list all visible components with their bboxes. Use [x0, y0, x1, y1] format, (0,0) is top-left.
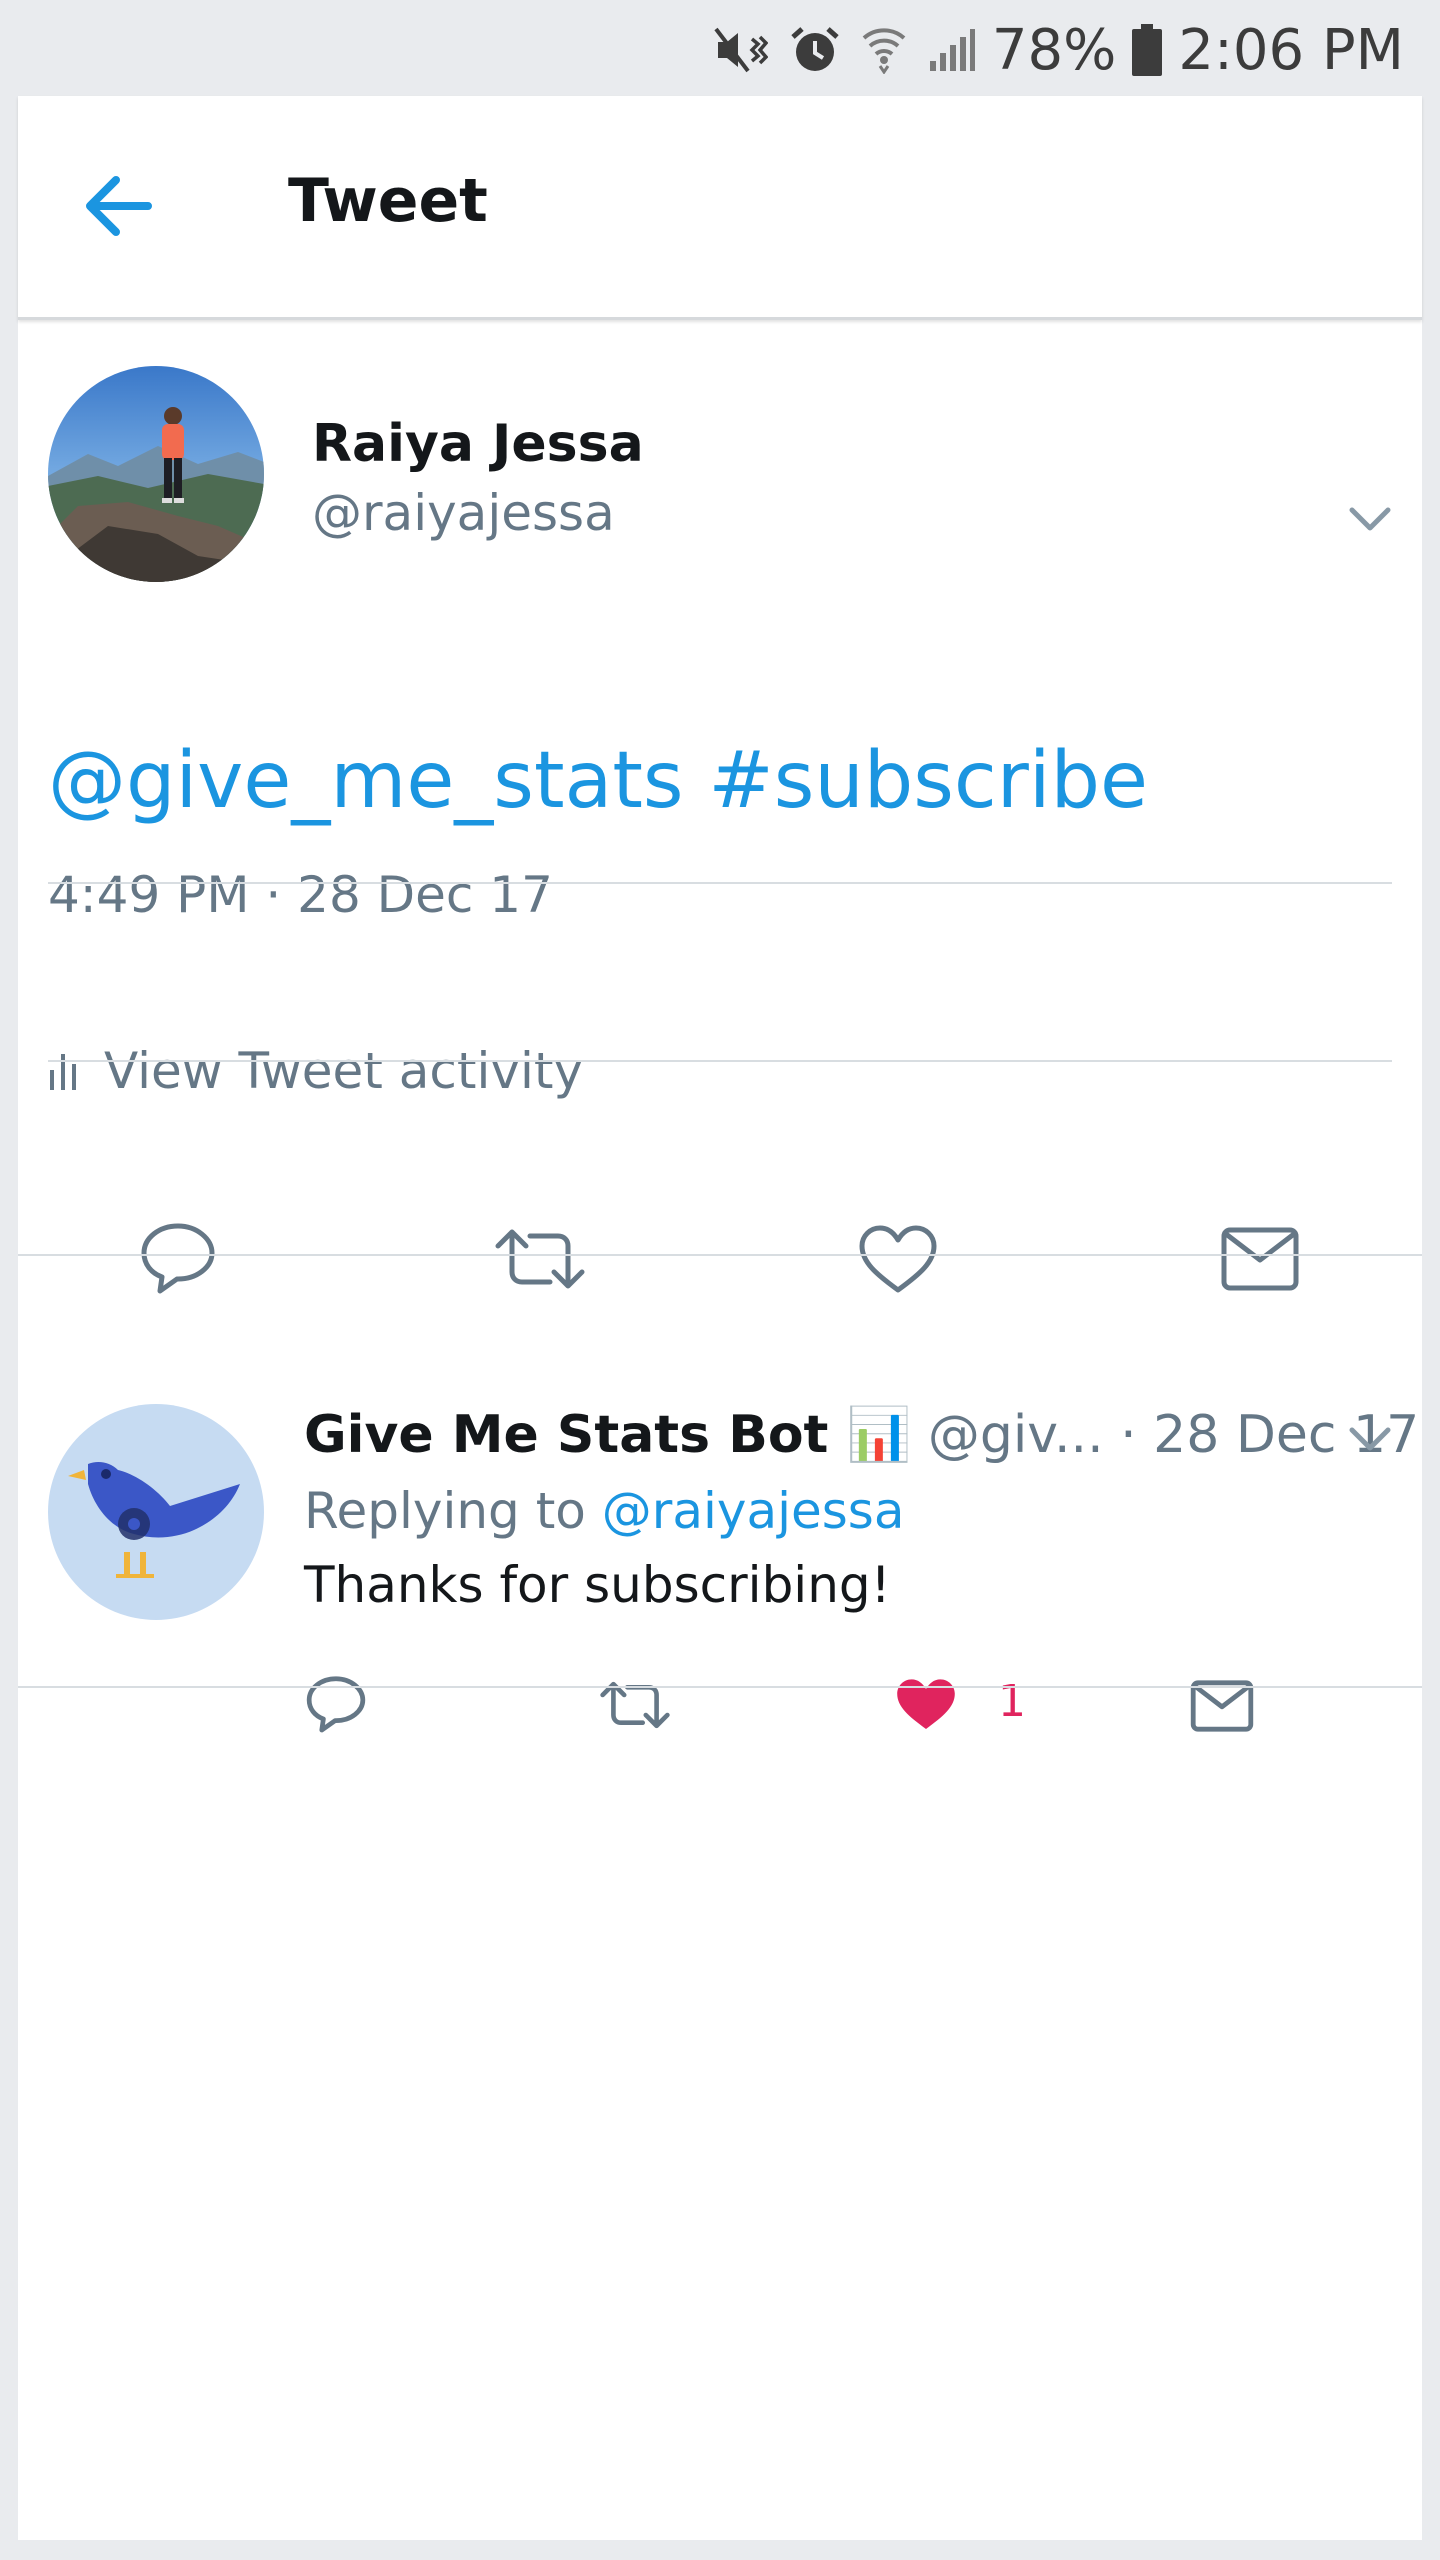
avatar-photo — [48, 366, 264, 582]
arrow-left-icon — [86, 176, 152, 236]
view-activity-link[interactable]: View Tweet activity — [48, 1026, 583, 1116]
tweet-text: @give_me_stats #subscribe — [48, 736, 1148, 826]
divider — [48, 882, 1392, 884]
page-title: Tweet — [288, 166, 488, 236]
replying-to-line: Replying to @raiyajessa — [304, 1482, 905, 1540]
wifi-icon — [862, 28, 906, 74]
chevron-down-icon[interactable] — [1348, 1426, 1392, 1454]
retweet-icon[interactable] — [492, 1224, 588, 1294]
signal-icon — [929, 29, 975, 71]
reply-tweet[interactable]: Give Me Stats Bot 📊 @giv... · 28 Dec 17 … — [18, 1356, 1422, 1786]
battery-percent: 78% — [991, 17, 1117, 83]
author-handle[interactable]: @raiyajessa — [312, 484, 615, 542]
tweet-mention[interactable]: @give_me_stats — [48, 736, 684, 826]
tweet-timestamp: 4:49 PM · 28 Dec 17 — [48, 866, 553, 924]
mute-vibrate-icon — [714, 27, 768, 73]
reply-text: Thanks for subscribing! — [304, 1556, 891, 1614]
reply-author-handle[interactable]: @giv... — [928, 1405, 1104, 1465]
chevron-down-icon[interactable] — [1348, 506, 1392, 534]
alarm-icon — [791, 27, 839, 71]
app-bar: Tweet — [18, 96, 1422, 320]
like-count: 1 — [998, 1676, 1026, 1727]
bird-logo-icon — [68, 1462, 240, 1578]
author-name[interactable]: Raiya Jessa — [312, 414, 644, 474]
view-activity-label: View Tweet activity — [104, 1042, 584, 1100]
status-right: 78% 2:06 PM — [714, 14, 1404, 86]
back-button[interactable] — [76, 166, 166, 246]
tweet-author-row: Raiya Jessa @raiyajessa — [18, 366, 1422, 606]
section-divider — [18, 1686, 1422, 1688]
replying-prefix: Replying to — [304, 1482, 602, 1540]
section-divider — [18, 1254, 1422, 1256]
status-bar: 78% 2:06 PM — [0, 0, 1440, 96]
bot-avatar[interactable] — [48, 1404, 264, 1620]
reply-author-name[interactable]: Give Me Stats Bot 📊 — [304, 1405, 911, 1465]
direct-message-icon[interactable] — [1220, 1224, 1300, 1294]
author-avatar[interactable] — [48, 366, 264, 582]
tweet-action-bar — [18, 1196, 1422, 1316]
tweet-detail-screen: Tweet Raiya Jessa @raiyajessa @give_me_s… — [18, 96, 1422, 2540]
liked-heart-icon[interactable] — [894, 1676, 958, 1734]
battery-icon — [1132, 24, 1163, 76]
replying-to-mention[interactable]: @raiyajessa — [602, 1482, 905, 1540]
clock: 2:06 PM — [1178, 17, 1404, 83]
bar-chart-icon — [50, 1054, 76, 1090]
reply-icon[interactable] — [138, 1220, 218, 1296]
like-icon[interactable] — [858, 1224, 938, 1296]
divider — [48, 1060, 1392, 1062]
reply-icon[interactable] — [304, 1674, 368, 1734]
tweet-hashtag[interactable]: #subscribe — [708, 736, 1148, 826]
reply-header: Give Me Stats Bot 📊 @giv... · 28 Dec 17 — [304, 1404, 1419, 1465]
status-icons — [714, 25, 976, 75]
